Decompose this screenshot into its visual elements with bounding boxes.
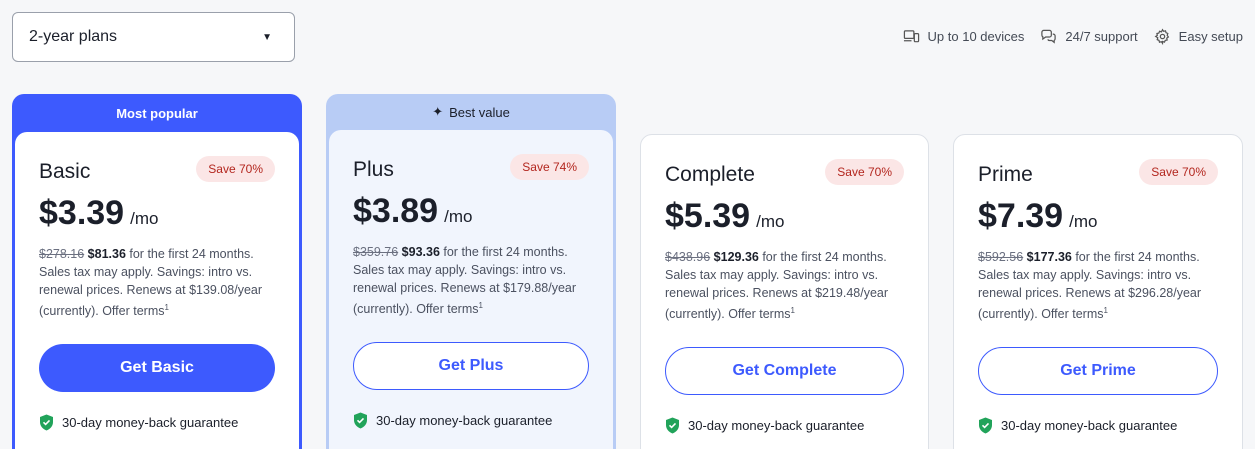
plan-card-plus-body: Plus Save 74% $3.89 /mo $359.76 $93.36 f… xyxy=(329,130,613,449)
feature-devices-label: Up to 10 devices xyxy=(927,29,1025,44)
plan-name: Prime xyxy=(978,163,1033,186)
shield-check-icon xyxy=(666,417,679,434)
feature-setup: Easy setup xyxy=(1154,28,1243,45)
original-price: $278.16 xyxy=(39,247,85,261)
save-badge: Save 70% xyxy=(196,156,275,182)
plan-card-complete-body: Complete Save 70% $5.39 /mo $438.96 $129… xyxy=(640,134,929,449)
plan-card-basic: Most popular Basic Save 70% $3.39 /mo $2… xyxy=(12,94,302,449)
discounted-price: $129.36 xyxy=(713,250,759,264)
price-period: /mo xyxy=(1069,212,1098,231)
shield-check-icon xyxy=(979,417,992,434)
price-details: $278.16 $81.36 for the first 24 months. … xyxy=(39,245,275,320)
money-back-guarantee: 30-day money-back guarantee xyxy=(665,417,904,434)
devices-icon xyxy=(903,30,919,43)
gear-icon xyxy=(1154,28,1169,45)
feature-devices: Up to 10 devices xyxy=(903,28,1025,45)
price-amount: $7.39 xyxy=(978,197,1064,235)
money-back-guarantee: 30-day money-back guarantee xyxy=(978,417,1218,434)
save-badge: Save 70% xyxy=(825,159,904,185)
plan-card-basic-body: Basic Save 70% $3.39 /mo $278.16 $81.36 … xyxy=(15,132,299,449)
get-basic-button[interactable]: Get Basic xyxy=(39,344,275,393)
original-price: $592.56 xyxy=(978,250,1024,264)
plan-card-prime: Prime Save 70% $7.39 /mo $592.56 $177.36… xyxy=(950,134,1246,449)
price-amount: $5.39 xyxy=(665,197,751,235)
most-popular-banner: Most popular xyxy=(12,94,302,132)
price-details: $359.76 $93.36 for the first 24 months. … xyxy=(353,243,589,318)
best-value-label: Best value xyxy=(449,104,510,120)
plan-card-complete: Complete Save 70% $5.39 /mo $438.96 $129… xyxy=(637,134,932,449)
plan-name: Complete xyxy=(665,163,755,186)
offer-terms-footnote[interactable]: 1 xyxy=(1103,306,1107,315)
price: $3.39 /mo xyxy=(39,194,275,233)
plan-name: Plus xyxy=(353,158,394,181)
original-price: $438.96 xyxy=(665,250,711,264)
discounted-price: $81.36 xyxy=(87,247,126,261)
shield-check-icon xyxy=(40,414,53,431)
price-period: /mo xyxy=(130,209,159,228)
guarantee-label: 30-day money-back guarantee xyxy=(62,415,239,431)
money-back-guarantee: 30-day money-back guarantee xyxy=(39,414,275,431)
feature-support-label: 24/7 support xyxy=(1065,29,1138,44)
money-back-guarantee: 30-day money-back guarantee xyxy=(353,412,589,429)
chevron-down-icon: ▼ xyxy=(262,31,272,43)
chat-icon xyxy=(1041,29,1057,44)
offer-terms-footnote[interactable]: 1 xyxy=(478,301,482,310)
feature-setup-label: Easy setup xyxy=(1178,29,1243,44)
price-details: $592.56 $177.36 for the first 24 months.… xyxy=(978,248,1218,323)
plan-card-prime-body: Prime Save 70% $7.39 /mo $592.56 $177.36… xyxy=(953,134,1243,449)
sparkle-icon: ✦ xyxy=(432,104,444,119)
most-popular-label: Most popular xyxy=(116,105,198,121)
price: $7.39 /mo xyxy=(978,197,1218,236)
feature-support: 24/7 support xyxy=(1040,28,1138,45)
offer-terms-footnote[interactable]: 1 xyxy=(164,303,168,312)
shield-check-icon xyxy=(354,412,367,429)
plan-length-select[interactable]: 2-year plans ▼ xyxy=(12,12,295,62)
plan-length-value: 2-year plans xyxy=(29,28,118,45)
discounted-price: $177.36 xyxy=(1026,250,1072,264)
plan-name: Basic xyxy=(39,160,91,183)
price-details: $438.96 $129.36 for the first 24 months.… xyxy=(665,248,904,323)
price-period: /mo xyxy=(756,212,785,231)
guarantee-label: 30-day money-back guarantee xyxy=(688,418,865,434)
offer-terms-footnote[interactable]: 1 xyxy=(790,306,794,315)
best-value-banner: ✦ Best value xyxy=(326,94,616,130)
guarantee-label: 30-day money-back guarantee xyxy=(376,413,553,429)
price: $3.89 /mo xyxy=(353,192,589,231)
original-price: $359.76 xyxy=(353,245,399,259)
price-amount: $3.39 xyxy=(39,194,125,232)
get-complete-button[interactable]: Get Complete xyxy=(665,347,904,396)
save-badge: Save 70% xyxy=(1139,159,1218,185)
price: $5.39 /mo xyxy=(665,197,904,236)
get-prime-button[interactable]: Get Prime xyxy=(978,347,1218,396)
feature-highlights: Up to 10 devices 24/7 support Easy setup xyxy=(903,28,1243,45)
price-amount: $3.89 xyxy=(353,192,439,230)
guarantee-label: 30-day money-back guarantee xyxy=(1001,418,1178,434)
discounted-price: $93.36 xyxy=(401,245,440,259)
get-plus-button[interactable]: Get Plus xyxy=(353,342,589,391)
plan-card-plus: ✦ Best value Plus Save 74% $3.89 /mo $35… xyxy=(326,94,616,449)
save-badge: Save 74% xyxy=(510,154,589,180)
price-period: /mo xyxy=(444,207,473,226)
